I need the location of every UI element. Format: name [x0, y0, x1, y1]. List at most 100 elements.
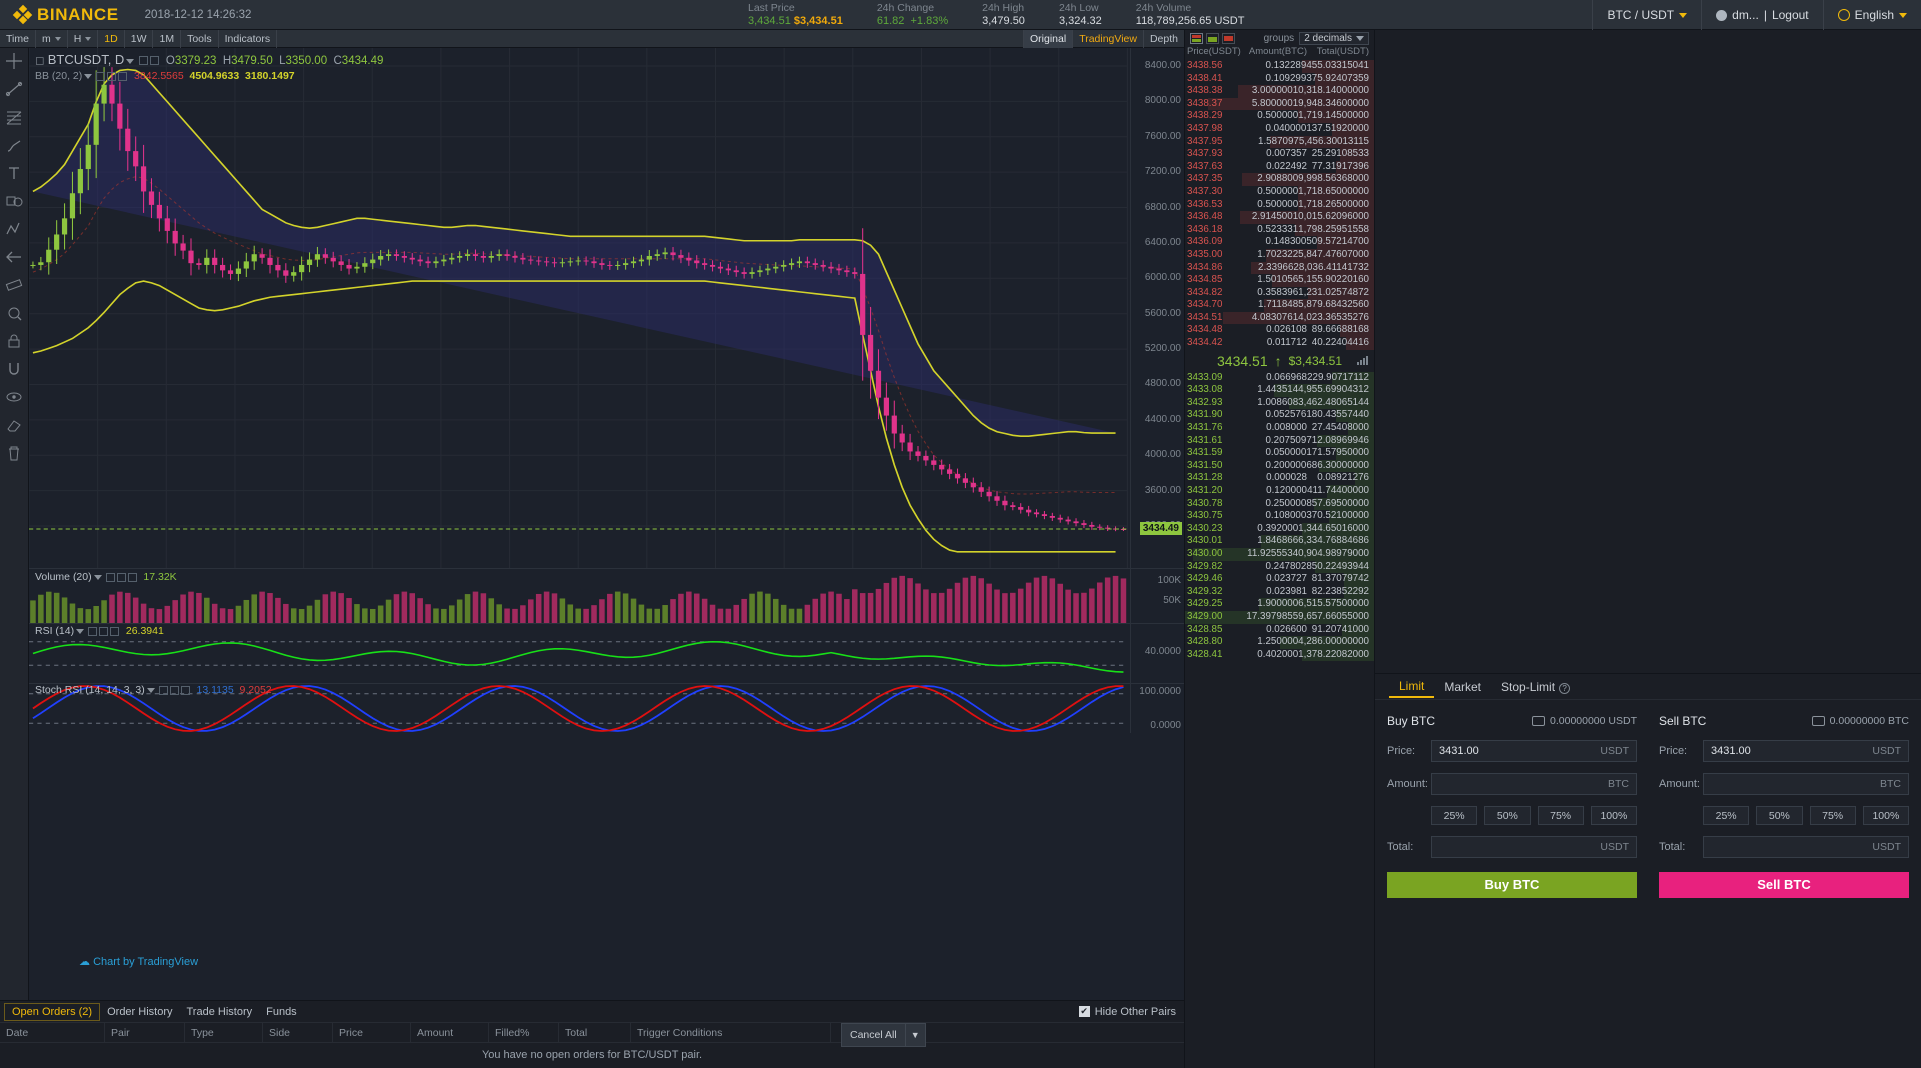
- sell-pct-100[interactable]: 100%: [1862, 806, 1909, 825]
- orderbook-row[interactable]: 3429.82 0.247802 850.22493944: [1185, 560, 1374, 574]
- buy-pct-50[interactable]: 50%: [1484, 806, 1531, 825]
- orderbook-row[interactable]: 3428.41 0.402000 1,378.22082000: [1185, 648, 1374, 662]
- logout-link[interactable]: Logout: [1772, 8, 1809, 22]
- orders-tab-1[interactable]: Order History: [100, 1004, 179, 1020]
- settings-toggle-icon[interactable]: [107, 71, 117, 81]
- trash-icon[interactable]: [5, 444, 23, 462]
- close-icon[interactable]: [110, 626, 120, 636]
- sell-button[interactable]: Sell BTC: [1659, 872, 1909, 898]
- orderbook-row[interactable]: 3431.90 0.052576 180.43557440: [1185, 409, 1374, 423]
- eye-icon[interactable]: [5, 388, 23, 406]
- decimals-selector[interactable]: 2 decimals: [1299, 31, 1369, 45]
- magnet-icon[interactable]: [5, 304, 23, 322]
- orderbook-row[interactable]: 3434.48 0.026108 89.66688168: [1185, 324, 1374, 338]
- tab-depth[interactable]: Depth: [1142, 29, 1184, 48]
- orderbook-row[interactable]: 3437.93 0.007357 25.29108533: [1185, 148, 1374, 161]
- orderbook-row[interactable]: 3431.50 0.200000 686.30000000: [1185, 459, 1374, 473]
- orders-tab-2[interactable]: Trade History: [180, 1004, 260, 1020]
- orderbook-view-buys-icon[interactable]: [1206, 32, 1219, 44]
- orderbook-row[interactable]: 3438.38 3.000000 10,318.14000000: [1185, 85, 1374, 98]
- tab-limit[interactable]: Limit: [1389, 676, 1435, 698]
- tab-original[interactable]: Original: [1023, 29, 1073, 48]
- volume-pane[interactable]: Volume (20) 17.32K 100K 50K: [29, 568, 1184, 623]
- toolbar-time[interactable]: Time: [0, 29, 36, 48]
- stoch-rsi-pane[interactable]: Stoch RSI (14, 14, 3, 3) 13.1135 9.2052 …: [29, 683, 1184, 733]
- orderbook-row[interactable]: 3438.56 0.132289 455.03315041: [1185, 60, 1374, 73]
- orderbook-asks[interactable]: 3438.56 0.132289 455.03315041 3438.41 0.1092…: [1185, 60, 1374, 350]
- buy-pct-25[interactable]: 25%: [1431, 806, 1478, 825]
- orderbook-row[interactable]: 3430.78 0.250000 857.69500000: [1185, 497, 1374, 511]
- toolbar-1w[interactable]: 1W: [125, 29, 154, 48]
- cancel-all-dropdown-icon[interactable]: ▼: [904, 1022, 926, 1047]
- orders-tab-3[interactable]: Funds: [259, 1004, 304, 1020]
- orderbook-row[interactable]: 3436.48 2.914500 10,015.62096000: [1185, 211, 1374, 224]
- ruler-icon[interactable]: [5, 276, 23, 294]
- tab-tradingview[interactable]: TradingView: [1072, 29, 1143, 48]
- orderbook-row[interactable]: 3437.98 0.040000 137.51920000: [1185, 122, 1374, 136]
- stoch-label[interactable]: Stoch RSI (14, 14, 3, 3): [35, 684, 145, 696]
- toolbar-1d[interactable]: 1D: [98, 29, 125, 48]
- buy-button[interactable]: Buy BTC: [1387, 872, 1637, 898]
- toolbar-hours[interactable]: H: [68, 29, 99, 48]
- crosshair-icon[interactable]: [5, 52, 23, 70]
- orderbook-row[interactable]: 3430.75 0.108000 370.52100000: [1185, 510, 1374, 523]
- fibonacci-icon[interactable]: [5, 108, 23, 126]
- arrow-icon[interactable]: [5, 248, 23, 266]
- checkbox-icon[interactable]: ✔: [1078, 1006, 1090, 1017]
- language-selector[interactable]: English: [1822, 0, 1921, 30]
- chart-symbol-label[interactable]: BTCUSDT, D: [48, 52, 125, 67]
- orderbook-row[interactable]: 3435.00 1.702322 5,847.47607000: [1185, 248, 1374, 262]
- close-icon[interactable]: [180, 685, 190, 695]
- orderbook-row[interactable]: 3434.85 1.501056 5,155.90220160: [1185, 274, 1374, 287]
- orderbook-row[interactable]: 3429.00 17.397985 59,657.66055000: [1185, 610, 1374, 624]
- orderbook-bids[interactable]: 3433.09 0.066968 229.90717112 3433.08 1.4435…: [1185, 371, 1374, 662]
- tab-market[interactable]: Market: [1434, 677, 1491, 697]
- sell-pct-75[interactable]: 75%: [1809, 806, 1856, 825]
- brush-icon[interactable]: [5, 136, 23, 154]
- orderbook-row[interactable]: 3430.23 0.392000 1,344.65016000: [1185, 522, 1374, 536]
- tradingview-credit[interactable]: ☁ Chart by TradingView: [79, 955, 198, 968]
- help-icon[interactable]: ?: [1559, 682, 1571, 694]
- account-menu[interactable]: dm... | Logout: [1701, 0, 1823, 30]
- eraser-icon[interactable]: [5, 416, 23, 434]
- orderbook-row[interactable]: 3434.51 4.083076 14,023.36535276: [1185, 311, 1374, 325]
- hide-other-pairs-toggle[interactable]: ✔ Hide Other Pairs: [1078, 1006, 1176, 1018]
- rsi-pane[interactable]: RSI (14) 26.3941 40.0000: [29, 623, 1184, 683]
- orderbook-row[interactable]: 3433.08 1.443514 4,955.69904312: [1185, 384, 1374, 397]
- text-icon[interactable]: [5, 164, 23, 182]
- orderbook-view-both-icon[interactable]: [1190, 32, 1203, 44]
- orderbook-row[interactable]: 3430.00 11.925553 40,904.98979000: [1185, 547, 1374, 561]
- rsi-label[interactable]: RSI (14): [35, 625, 74, 637]
- orderbook-row[interactable]: 3430.01 1.846866 6,334.76884686: [1185, 535, 1374, 548]
- orderbook-row[interactable]: 3431.59 0.050000 171.57950000: [1185, 447, 1374, 460]
- price-pane[interactable]: 8400.00 8000.00 7600.00 7200.00 6800.00 6400.…: [29, 48, 1184, 568]
- eye-toggle-icon[interactable]: [158, 685, 168, 695]
- toolbar-tools[interactable]: Tools: [181, 29, 219, 48]
- settings-toggle-icon[interactable]: [116, 572, 126, 582]
- buy-total-input[interactable]: USDT: [1431, 836, 1637, 858]
- patterns-icon[interactable]: [5, 220, 23, 238]
- close-icon[interactable]: [127, 572, 137, 582]
- orderbook-row[interactable]: 3438.37 5.800000 19,948.34600000: [1185, 97, 1374, 111]
- eye-toggle-icon[interactable]: [138, 56, 148, 66]
- orderbook-row[interactable]: 3431.28 0.000028 0.08921276: [1185, 472, 1374, 485]
- chart-canvas-area[interactable]: ◻ BTCUSDT, D O3379.23 H3479.50 L3350.00 …: [29, 48, 1184, 1068]
- orderbook-row[interactable]: 3437.63 0.022492 77.31917396: [1185, 160, 1374, 174]
- settings-toggle-icon[interactable]: [149, 56, 159, 66]
- orderbook-row[interactable]: 3433.09 0.066968 229.90717112: [1185, 371, 1374, 385]
- orderbook-row[interactable]: 3429.25 1.900000 6,515.57500000: [1185, 598, 1374, 611]
- orderbook-row[interactable]: 3434.70 1.711848 5,879.68432560: [1185, 299, 1374, 312]
- orderbook-view-sells-icon[interactable]: [1222, 32, 1235, 44]
- orderbook-row[interactable]: 3431.76 0.008000 27.45408000: [1185, 422, 1374, 435]
- buy-amount-input[interactable]: BTC: [1431, 773, 1637, 795]
- orderbook-row[interactable]: 3438.41 0.109299 375.92407359: [1185, 72, 1374, 86]
- orderbook-row[interactable]: 3434.42 0.011712 40.22404416: [1185, 337, 1374, 350]
- magnet-mode-icon[interactable]: [5, 360, 23, 378]
- trendline-icon[interactable]: [5, 80, 23, 98]
- orderbook-row[interactable]: 3437.30 0.500000 1,718.65000000: [1185, 185, 1374, 199]
- eye-toggle-icon[interactable]: [105, 572, 115, 582]
- binance-logo[interactable]: BINANCE: [0, 5, 133, 25]
- orderbook-row[interactable]: 3434.86 2.339662 8,036.41141732: [1185, 261, 1374, 275]
- orderbook-row[interactable]: 3428.85 0.026600 91.20741000: [1185, 623, 1374, 637]
- eye-toggle-icon[interactable]: [88, 626, 98, 636]
